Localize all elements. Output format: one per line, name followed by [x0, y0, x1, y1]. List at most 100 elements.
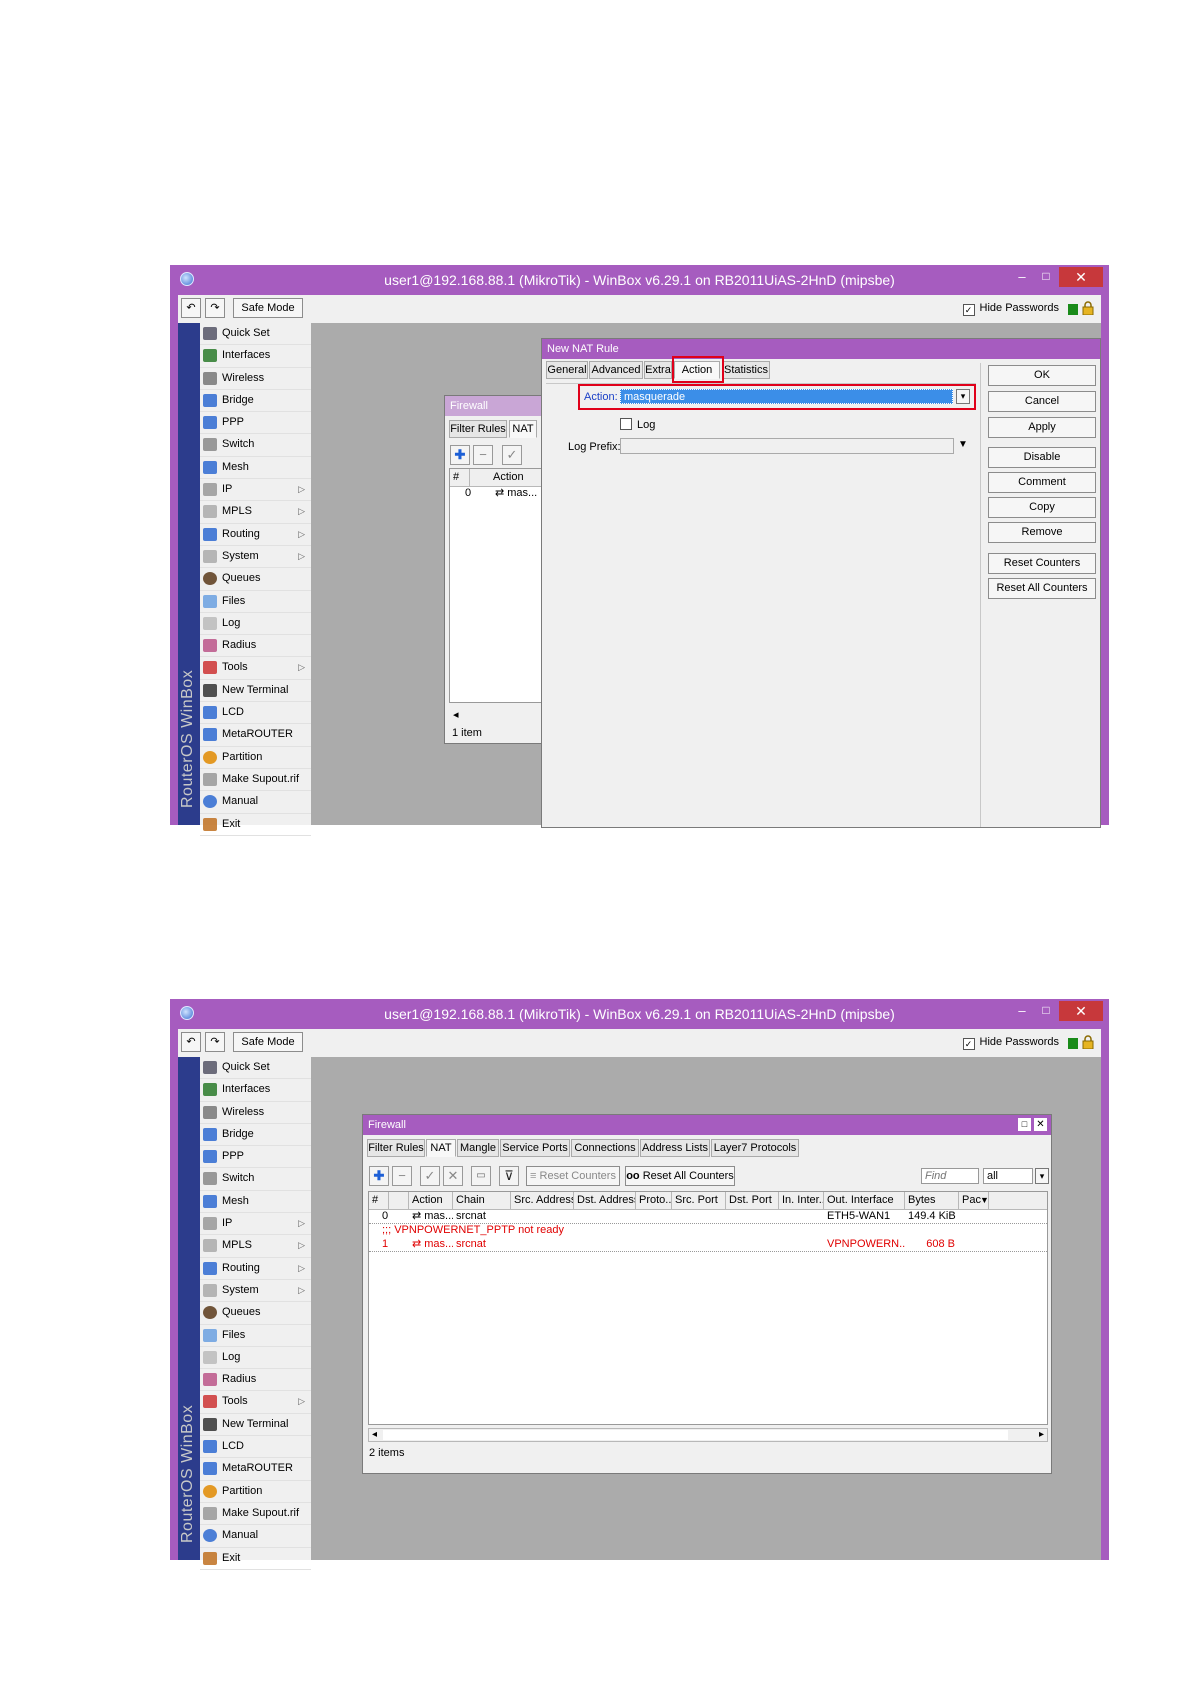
col-dst-address[interactable]: Dst. Address — [574, 1192, 636, 1209]
reset-all-counters-button[interactable]: Reset All Counters — [988, 578, 1096, 599]
log-prefix-dropdown-icon[interactable]: ▼ — [958, 439, 968, 450]
remove-icon[interactable]: − — [392, 1166, 412, 1186]
col-chain[interactable]: Chain — [453, 1192, 511, 1209]
tab-mangle[interactable]: Mangle — [457, 1139, 499, 1157]
menu-item-new-terminal[interactable]: New Terminal — [200, 680, 311, 703]
tab-layer7-protocols[interactable]: Layer7 Protocols — [711, 1139, 799, 1157]
filter-select[interactable]: all — [983, 1168, 1033, 1184]
menu-item-bridge[interactable]: Bridge — [200, 1124, 311, 1147]
col-bytes[interactable]: Bytes — [905, 1192, 959, 1209]
horizontal-scrollbar[interactable]: ◂ ▸ — [368, 1428, 1048, 1442]
menu-item-manual[interactable]: Manual — [200, 1525, 311, 1548]
menu-item-mesh[interactable]: Mesh — [200, 1191, 311, 1214]
enable-icon[interactable]: ✓ — [420, 1166, 440, 1186]
menu-item-radius[interactable]: Radius — [200, 635, 311, 658]
scroll-left-arrow[interactable]: ◂ — [372, 1429, 377, 1440]
reset-counters-button[interactable]: ≡ Reset Counters — [526, 1166, 620, 1186]
tab-filter-rules[interactable]: Filter Rules — [449, 420, 507, 438]
menu-item-files[interactable]: Files — [200, 1325, 311, 1347]
menu-item-exit[interactable]: Exit — [200, 814, 311, 836]
menu-item-wireless[interactable]: Wireless — [200, 1102, 311, 1124]
tab-statistics[interactable]: Statistics — [722, 361, 770, 379]
copy-button[interactable]: Copy — [988, 497, 1096, 518]
menu-item-quick-set[interactable]: Quick Set — [200, 323, 311, 346]
tab-general[interactable]: General — [546, 361, 588, 379]
redo-button[interactable]: ↷ — [205, 1032, 225, 1052]
menu-item-tools[interactable]: Tools ▷ — [200, 1391, 311, 1414]
menu-item-log[interactable]: Log — [200, 613, 311, 636]
menu-item-switch[interactable]: Switch — [200, 1168, 311, 1191]
comment-icon[interactable]: ▭ — [471, 1166, 491, 1186]
menu-item-ip[interactable]: IP ▷ — [200, 1213, 311, 1236]
menu-item-mpls[interactable]: MPLS ▷ — [200, 501, 311, 524]
tab-nat[interactable]: NAT — [426, 1139, 456, 1157]
menu-item-manual[interactable]: Manual — [200, 791, 311, 814]
col-src-port[interactable]: Src. Port — [672, 1192, 726, 1209]
col-out-interface[interactable]: Out. Interface — [824, 1192, 905, 1209]
col-flags[interactable] — [389, 1192, 409, 1209]
tab-address-lists[interactable]: Address Lists — [640, 1139, 710, 1157]
col-in-interface[interactable]: In. Inter... — [779, 1192, 824, 1209]
safe-mode-button[interactable]: Safe Mode — [233, 1032, 303, 1052]
col-src-address[interactable]: Src. Address — [511, 1192, 574, 1209]
tab-advanced[interactable]: Advanced — [589, 361, 643, 379]
remove-icon[interactable]: − — [473, 445, 493, 465]
tab-extra[interactable]: Extra — [644, 361, 672, 379]
filter-dropdown-icon[interactable]: ▾ — [1035, 1168, 1049, 1184]
menu-item-tools[interactable]: Tools ▷ — [200, 657, 311, 680]
menu-item-bridge[interactable]: Bridge — [200, 390, 311, 413]
remove-button[interactable]: Remove — [988, 522, 1096, 543]
menu-item-system[interactable]: System ▷ — [200, 546, 311, 569]
col-action[interactable]: Action — [490, 469, 542, 486]
enable-icon[interactable]: ✓ — [502, 445, 522, 465]
menu-item-interfaces[interactable]: Interfaces — [200, 345, 311, 368]
filter-icon[interactable]: ⊽ — [499, 1166, 519, 1186]
menu-item-interfaces[interactable]: Interfaces — [200, 1079, 311, 1102]
apply-button[interactable]: Apply — [988, 417, 1096, 438]
menu-item-exit[interactable]: Exit — [200, 1548, 311, 1570]
hide-passwords-checkbox[interactable]: ✓ Hide Passwords — [962, 302, 1059, 316]
menu-item-system[interactable]: System ▷ — [200, 1280, 311, 1303]
menu-item-metarouter[interactable]: MetaROUTER — [200, 724, 311, 747]
disable-button[interactable]: Disable — [988, 447, 1096, 468]
safe-mode-button[interactable]: Safe Mode — [233, 298, 303, 318]
table-row[interactable]: 1 ⇄ mas... srcnat VPNPOWERN... 608 B — [369, 1237, 1047, 1252]
scroll-thumb[interactable] — [383, 1430, 1008, 1440]
table-row[interactable]: 0 ⇄ mas... srcnat ETH5-WAN1 149.4 KiB — [369, 1209, 1047, 1224]
col-action[interactable]: Action — [409, 1192, 453, 1209]
action-select[interactable]: masquerade — [620, 389, 953, 404]
add-icon[interactable]: ✚ — [369, 1166, 389, 1186]
redo-button[interactable]: ↷ — [205, 298, 225, 318]
col-dst-port[interactable]: Dst. Port — [726, 1192, 779, 1209]
add-icon[interactable]: ✚ — [450, 445, 470, 465]
reset-counters-button[interactable]: Reset Counters — [988, 553, 1096, 574]
menu-item-switch[interactable]: Switch — [200, 434, 311, 457]
log-checkbox[interactable]: Log — [620, 418, 655, 431]
menu-item-queues[interactable]: Queues — [200, 1302, 311, 1325]
close-button[interactable]: ✕ — [1059, 267, 1103, 287]
row-number[interactable]: 0 — [462, 486, 482, 500]
menu-item-routing[interactable]: Routing ▷ — [200, 524, 311, 546]
tab-nat[interactable]: NAT — [509, 420, 537, 438]
menu-item-radius[interactable]: Radius — [200, 1369, 311, 1392]
column-menu-icon[interactable]: ▼ — [977, 1193, 989, 1207]
menu-item-files[interactable]: Files — [200, 591, 311, 613]
find-input[interactable] — [921, 1168, 979, 1184]
reset-all-counters-button[interactable]: oo Reset All Counters — [625, 1166, 735, 1186]
disable-icon[interactable]: ✕ — [443, 1166, 463, 1186]
menu-item-lcd[interactable]: LCD — [200, 1436, 311, 1459]
menu-item-queues[interactable]: Queues — [200, 568, 311, 591]
menu-item-metarouter[interactable]: MetaROUTER — [200, 1458, 311, 1481]
maximize-button[interactable]: □ — [1039, 269, 1053, 287]
undo-button[interactable]: ↶ — [181, 1032, 201, 1052]
minimize-button[interactable]: – — [1015, 269, 1029, 287]
col-protocol[interactable]: Proto... — [636, 1192, 672, 1209]
scroll-right-arrow[interactable]: ▸ — [1039, 1429, 1044, 1440]
menu-item-partition[interactable]: Partition — [200, 747, 311, 769]
menu-item-make-supout-rif[interactable]: Make Supout.rif — [200, 769, 311, 792]
menu-item-quick-set[interactable]: Quick Set — [200, 1057, 311, 1080]
undo-button[interactable]: ↶ — [181, 298, 201, 318]
menu-item-new-terminal[interactable]: New Terminal — [200, 1414, 311, 1437]
panel-close-icon[interactable]: ✕ — [1034, 1118, 1047, 1131]
tab-connections[interactable]: Connections — [571, 1139, 639, 1157]
